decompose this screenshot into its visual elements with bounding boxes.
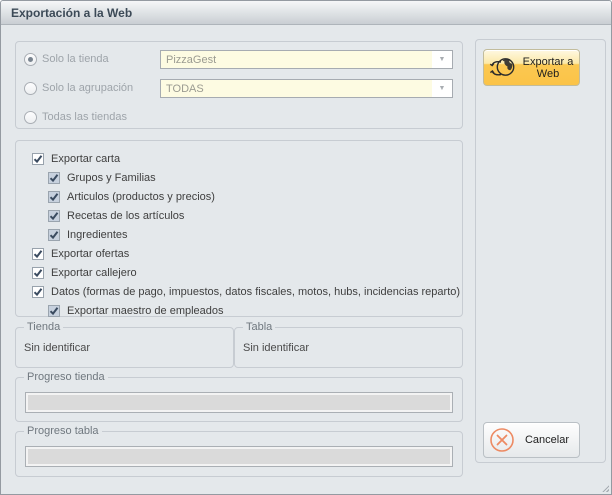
actions-panel: Exportar a Web Cancelar <box>475 39 606 463</box>
checkbox-icon[interactable] <box>48 305 60 317</box>
cancel-button[interactable]: Cancelar <box>483 422 580 458</box>
progreso-tabla-label: Progreso tabla <box>24 424 102 438</box>
resize-grip[interactable] <box>600 483 609 492</box>
option-row[interactable]: Articulos (productos y precios) <box>16 187 462 206</box>
export-to-web-button[interactable]: Exportar a Web <box>483 49 580 86</box>
cancel-button-label: Cancelar <box>515 434 579 446</box>
export-dialog-window: Exportación a la Web Solo la tienda Pizz… <box>0 0 612 495</box>
option-label: Exportar callejero <box>51 267 137 279</box>
option-row[interactable]: Grupos y Familias <box>16 168 462 187</box>
checkbox-icon[interactable] <box>32 248 44 260</box>
option-row[interactable]: Datos (formas de pago, impuestos, datos … <box>16 282 462 301</box>
radio-todas-tiendas-label: Todas las tiendas <box>42 111 127 123</box>
tabla-status-group: Tabla Sin identificar <box>234 327 463 368</box>
progreso-tabla-group: Progreso tabla <box>15 431 463 477</box>
radio-solo-tienda[interactable] <box>24 53 37 66</box>
option-label: Articulos (productos y precios) <box>67 191 215 203</box>
checkbox-icon[interactable] <box>32 267 44 279</box>
chevron-down-icon[interactable]: ▼ <box>432 51 452 68</box>
radio-row-solo-tienda: Solo la tienda PizzaGest ▼ <box>16 50 462 70</box>
tienda-status-value: Sin identificar <box>24 342 90 354</box>
checkbox-icon[interactable] <box>32 153 44 165</box>
option-label: Exportar maestro de empleados <box>67 305 224 317</box>
chevron-down-icon[interactable]: ▼ <box>432 80 452 97</box>
export-options-group: Exportar carta Grupos y Familias Articulos… <box>15 140 463 317</box>
export-to-web-label: Exportar a Web <box>517 56 579 80</box>
store-combo-value: PizzaGest <box>161 54 432 66</box>
radio-solo-agrupacion-label: Solo la agrupación <box>42 82 133 94</box>
group-combo-value: TODAS <box>161 83 432 95</box>
store-combo[interactable]: PizzaGest ▼ <box>160 50 453 69</box>
checkbox-icon[interactable] <box>48 191 60 203</box>
checkbox-icon[interactable] <box>32 286 44 298</box>
progreso-tienda-track <box>28 395 450 410</box>
option-label: Datos (formas de pago, impuestos, datos … <box>51 286 460 298</box>
progreso-tabla-bar <box>25 446 453 467</box>
option-row[interactable]: Exportar ofertas <box>16 244 462 263</box>
radio-todas-tiendas[interactable] <box>24 111 37 124</box>
option-label: Grupos y Familias <box>67 172 156 184</box>
option-row[interactable]: Exportar maestro de empleados <box>16 301 462 320</box>
option-label: Ingredientes <box>67 229 128 241</box>
progreso-tienda-bar <box>25 392 453 413</box>
tabla-status-value: Sin identificar <box>243 342 309 354</box>
dialog-body: Solo la tienda PizzaGest ▼ Solo la agrup… <box>2 26 612 495</box>
store-selection-group: Solo la tienda PizzaGest ▼ Solo la agrup… <box>15 41 463 129</box>
cancel-circle-x-icon <box>489 427 515 453</box>
option-row[interactable]: Ingredientes <box>16 225 462 244</box>
tienda-status-group: Tienda Sin identificar <box>15 327 234 368</box>
export-options-list: Exportar carta Grupos y Familias Articulos… <box>16 141 462 320</box>
option-row[interactable]: Recetas de los artículos <box>16 206 462 225</box>
radio-row-todas-tiendas: Todas las tiendas <box>16 108 462 128</box>
checkbox-icon[interactable] <box>48 172 60 184</box>
progreso-tabla-track <box>28 449 450 464</box>
progreso-tienda-group: Progreso tienda <box>15 377 463 422</box>
group-combo[interactable]: TODAS ▼ <box>160 79 453 98</box>
option-row[interactable]: Exportar carta <box>16 149 462 168</box>
radio-row-solo-agrupacion: Solo la agrupación TODAS ▼ <box>16 79 462 99</box>
radio-solo-agrupacion[interactable] <box>24 82 37 95</box>
tienda-group-label: Tienda <box>24 320 63 334</box>
window-title: Exportación a la Web <box>11 6 132 20</box>
option-label: Exportar ofertas <box>51 248 129 260</box>
tabla-group-label: Tabla <box>243 320 275 334</box>
progreso-tienda-label: Progreso tienda <box>24 370 108 384</box>
globe-export-icon <box>489 54 517 82</box>
checkbox-icon[interactable] <box>48 210 60 222</box>
option-label: Recetas de los artículos <box>67 210 184 222</box>
checkbox-icon[interactable] <box>48 229 60 241</box>
radio-solo-tienda-label: Solo la tienda <box>42 53 109 65</box>
option-row[interactable]: Exportar callejero <box>16 263 462 282</box>
option-label: Exportar carta <box>51 153 120 165</box>
titlebar: Exportación a la Web <box>1 1 611 25</box>
